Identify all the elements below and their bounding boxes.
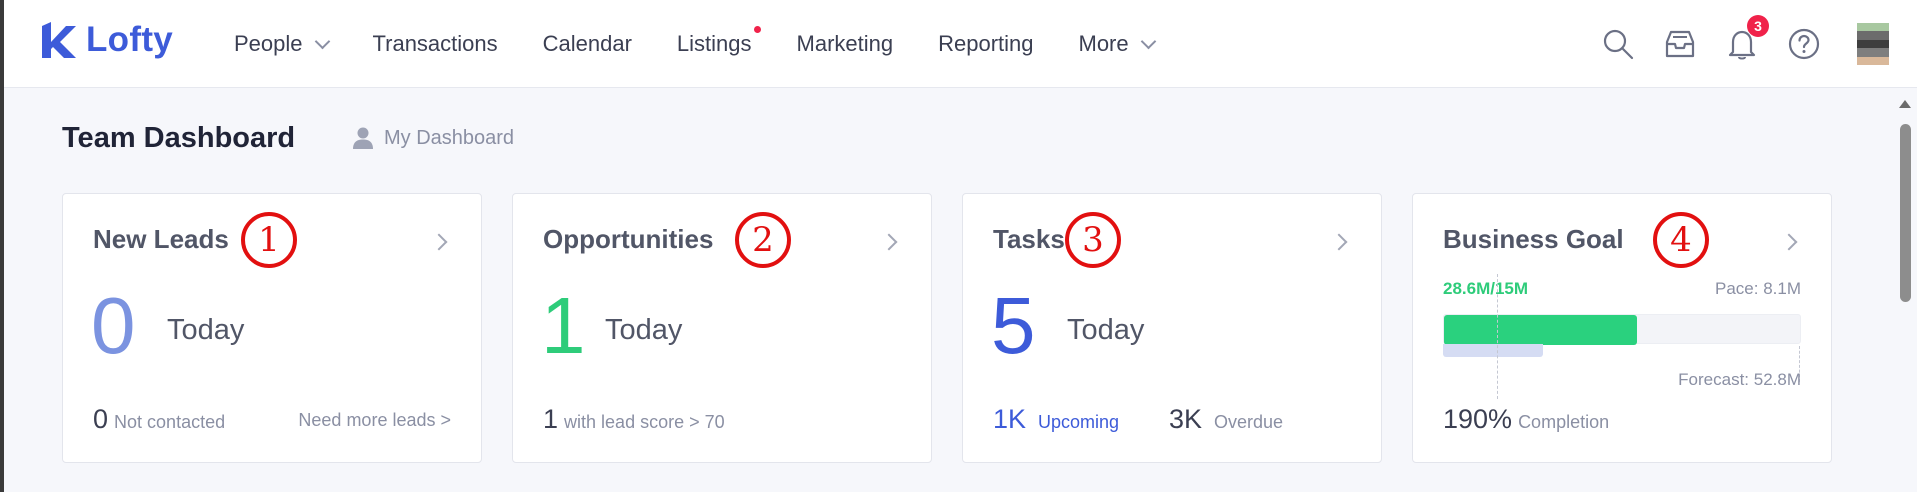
nav-more[interactable]: More xyxy=(1078,31,1156,57)
card-title: Tasks xyxy=(993,224,1065,254)
card-title: Opportunities xyxy=(543,224,714,254)
goal-forecast-bar xyxy=(1443,344,1543,357)
goal-pace-marker xyxy=(1497,274,1498,399)
annotation-marker: 1 xyxy=(241,212,297,268)
annotation-marker: 3 xyxy=(1065,212,1121,268)
nav-reporting[interactable]: Reporting xyxy=(938,31,1033,57)
need-more-leads-link[interactable]: Need more leads > xyxy=(298,410,451,431)
stat-value: 3K xyxy=(1169,404,1203,434)
card-title: New Leads xyxy=(93,224,229,254)
nav-label: More xyxy=(1078,31,1129,56)
new-leads-count[interactable]: 0 xyxy=(91,286,136,366)
business-goal-card[interactable]: Business Goal 4 28.6M/15M Pace: 8.1M For… xyxy=(1412,193,1832,463)
chevron-right-icon[interactable] xyxy=(880,233,898,251)
inbox-icon xyxy=(1665,30,1695,58)
opportunities-card[interactable]: Opportunities 2 1 Today 1 with lead scor… xyxy=(512,193,932,463)
lead-score-stat[interactable]: 1 with lead score > 70 xyxy=(543,404,725,435)
scroll-up-arrow-icon[interactable] xyxy=(1899,100,1911,108)
top-navigation-bar: Lofty People Transactions Calendar Listi… xyxy=(4,0,1917,88)
my-dashboard-label: My Dashboard xyxy=(384,126,515,149)
brand-logo[interactable]: Lofty xyxy=(40,20,173,60)
goal-progress-value: 28.6M/15M xyxy=(1443,279,1529,298)
nav-label: Listings xyxy=(676,31,752,56)
nav-transactions[interactable]: Transactions xyxy=(373,31,498,57)
completion-stat: 190% Completion xyxy=(1443,404,1609,435)
goal-forecast: Forecast: 52.8M xyxy=(1678,370,1801,389)
search-button[interactable] xyxy=(1601,27,1635,61)
annotation-marker: 4 xyxy=(1653,212,1709,268)
tasks-card[interactable]: Tasks 3 5 Today 1K Upcoming 3K Overdue xyxy=(962,193,1382,463)
nav-label: Reporting xyxy=(938,31,1034,56)
upcoming-stat[interactable]: 1K Upcoming xyxy=(993,404,1119,435)
notifications-button[interactable]: 3 xyxy=(1725,15,1769,61)
nav-marketing[interactable]: Marketing xyxy=(797,31,894,57)
chevron-right-icon[interactable] xyxy=(1780,233,1798,251)
period-label: Today xyxy=(605,314,683,346)
stat-value: 1 xyxy=(543,404,559,434)
search-icon xyxy=(1603,29,1634,60)
chevron-right-icon[interactable] xyxy=(1330,233,1348,251)
notification-count-badge: 3 xyxy=(1747,15,1769,37)
nav-label: People xyxy=(234,31,303,56)
stat-label: Upcoming xyxy=(1038,412,1120,432)
card-title: Business Goal xyxy=(1443,224,1624,254)
not-contacted-stat[interactable]: 0 Not contacted xyxy=(93,404,225,435)
stat-label: Completion xyxy=(1518,412,1610,432)
new-dot-indicator xyxy=(753,26,761,33)
nav-label: Marketing xyxy=(796,31,894,56)
help-icon xyxy=(1788,28,1820,60)
opportunities-count[interactable]: 1 xyxy=(541,286,586,366)
nav-label: Transactions xyxy=(372,31,498,56)
nav-calendar[interactable]: Calendar xyxy=(543,31,632,57)
goal-progress-fill xyxy=(1444,315,1637,345)
lofty-logo-icon xyxy=(42,22,76,58)
chevron-down-icon xyxy=(1140,33,1156,49)
help-button[interactable] xyxy=(1787,27,1821,61)
period-label: Today xyxy=(167,314,245,346)
avatar[interactable] xyxy=(1857,23,1889,66)
new-leads-card[interactable]: New Leads 1 0 Today 0 Not contacted Need… xyxy=(62,193,482,463)
page-title: Team Dashboard xyxy=(62,122,296,154)
stat-value: 0 xyxy=(93,404,109,434)
header-icons: 3 xyxy=(1601,0,1889,88)
nav-people[interactable]: People xyxy=(234,31,330,57)
app-frame: Lofty People Transactions Calendar Listi… xyxy=(4,0,1917,492)
overdue-stat[interactable]: 3K Overdue xyxy=(1169,404,1283,435)
chevron-right-icon[interactable] xyxy=(430,233,448,251)
tasks-count[interactable]: 5 xyxy=(991,286,1036,366)
stat-value: 1K xyxy=(993,404,1027,434)
main-nav: People Transactions Calendar Listings Ma… xyxy=(234,0,1199,88)
stat-label: Not contacted xyxy=(114,412,226,432)
chevron-down-icon xyxy=(314,33,330,49)
stat-label: Overdue xyxy=(1214,412,1284,432)
nav-label: Calendar xyxy=(542,31,632,56)
period-label: Today xyxy=(1067,314,1145,346)
person-icon xyxy=(353,127,373,149)
stat-label: with lead score > 70 xyxy=(564,412,725,432)
scrollbar-thumb[interactable] xyxy=(1900,124,1911,302)
inbox-button[interactable] xyxy=(1663,27,1697,61)
my-dashboard-link[interactable]: My Dashboard xyxy=(352,126,514,150)
goal-pace: Pace: 8.1M xyxy=(1715,279,1801,298)
nav-listings[interactable]: Listings xyxy=(676,26,761,57)
annotation-marker: 2 xyxy=(735,212,791,268)
brand-name: Lofty xyxy=(86,20,174,59)
stat-value: 190% xyxy=(1443,404,1513,434)
